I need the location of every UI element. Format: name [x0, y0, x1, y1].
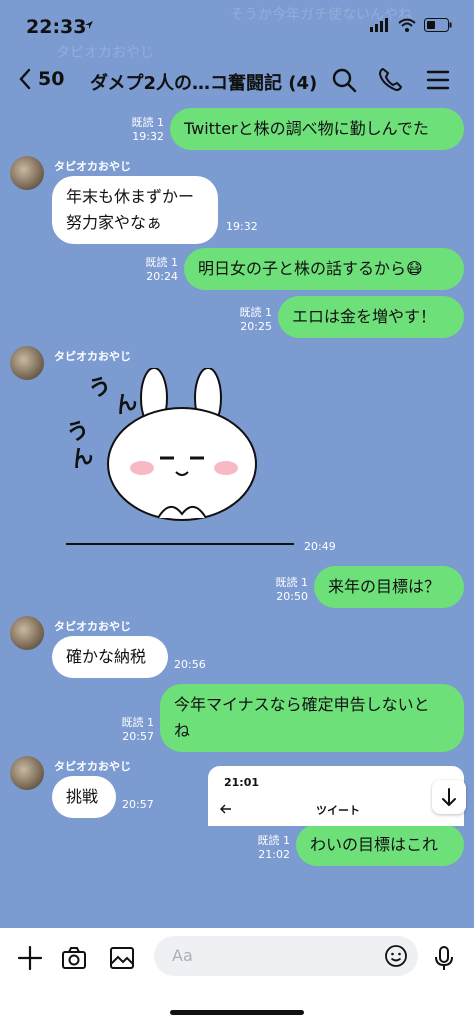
my-message-bubble[interactable]: 今年マイナスなら確定申告しないと ね — [160, 684, 464, 752]
svg-text:ん: ん — [112, 389, 141, 420]
avatar[interactable] — [10, 156, 44, 190]
chevron-left-icon — [19, 68, 31, 90]
message-meta: 既読 1 20:50 — [266, 576, 309, 604]
message-meta: 既読 1 20:57 — [114, 716, 155, 744]
my-message-bubble[interactable]: Twitterと株の調べ物に勤しんでた — [170, 108, 464, 150]
avatar[interactable] — [10, 616, 44, 650]
read-receipt: 既読 1 — [145, 256, 179, 269]
preview-time: 21:01 — [224, 776, 260, 789]
unread-count: 50 — [38, 68, 65, 90]
ghost-line-1: そうか今年ガチ使ないんやね — [230, 7, 412, 23]
message-time: 20:57 — [122, 798, 154, 811]
message-time: 19:32 — [226, 220, 258, 233]
avatar[interactable] — [10, 346, 44, 380]
read-receipt: 既読 1 — [239, 306, 273, 319]
phone-icon[interactable] — [376, 66, 404, 94]
image-icon[interactable] — [108, 944, 136, 972]
message-time: 20:50 — [276, 590, 308, 603]
plus-icon[interactable] — [16, 944, 44, 972]
message-composer: Aa — [0, 928, 474, 1024]
my-message-bubble[interactable]: 明日女の子と株の話するから😷 — [184, 248, 464, 290]
message-time: 20:57 — [122, 730, 154, 743]
read-receipt: 既読 1 — [257, 834, 291, 847]
sender-name: タピオカおやじ — [54, 760, 131, 773]
back-button[interactable]: 50 — [18, 68, 64, 90]
avatar[interactable] — [10, 756, 44, 790]
my-message-bubble[interactable]: エロは金を増やす！ — [278, 296, 464, 338]
home-indicator — [170, 1010, 304, 1015]
message-text: 確かな納税 — [66, 647, 147, 666]
other-message-bubble[interactable]: 年末も休まずかー 努力家やなぁ — [52, 176, 218, 244]
message-text: エロは金を増やす！ — [292, 307, 437, 326]
mic-icon[interactable] — [430, 944, 458, 972]
emoji-icon[interactable] — [384, 944, 408, 968]
sender-name: タピオカおやじ — [54, 620, 131, 633]
message-time: 20:25 — [240, 320, 272, 333]
message-text: 挑戦 — [66, 787, 99, 806]
chat-header: 50 ダメプ2人の…コ奮闘記 (4) — [0, 54, 474, 106]
sender-name: タピオカおやじ — [54, 160, 131, 173]
message-text: Twitterと株の調べ物に勤しんでた — [184, 119, 429, 138]
read-receipt: 既読 1 — [121, 716, 155, 729]
message-text-line: 努力家やなぁ — [66, 213, 163, 232]
message-time: 19:32 — [132, 130, 164, 143]
sender-name: タピオカおやじ — [54, 350, 131, 363]
chat-title[interactable]: ダメプ2人の…コ奮闘記 (4) — [90, 69, 322, 95]
message-meta: 既読 1 21:02 — [250, 834, 291, 862]
arrow-down-icon — [442, 788, 456, 807]
message-time: 21:02 — [258, 848, 290, 861]
camera-icon[interactable] — [60, 944, 88, 972]
message-input-placeholder: Aa — [172, 946, 193, 965]
search-icon[interactable] — [330, 66, 358, 94]
message-text-line: 今年マイナスなら確定申告しないと — [174, 695, 430, 714]
message-time: 20:24 — [146, 270, 178, 283]
message-time: 20:56 — [174, 658, 206, 671]
my-message-bubble[interactable]: わいの目標はこれ — [296, 824, 464, 866]
svg-text:う: う — [64, 417, 93, 448]
rabbit-sticker[interactable]: う ん う ん — [62, 368, 298, 552]
scroll-to-bottom-button[interactable] — [432, 780, 466, 814]
read-receipt: 既読 1 — [131, 116, 165, 129]
message-meta: 既読 1 19:32 — [118, 116, 165, 144]
svg-text:う: う — [86, 373, 115, 404]
other-message-bubble[interactable]: 確かな納税 — [52, 636, 168, 678]
other-message-bubble[interactable]: 挑戦 — [52, 776, 116, 818]
menu-icon[interactable] — [424, 66, 452, 94]
message-input[interactable]: Aa — [154, 936, 418, 976]
read-receipt: 既読 1 — [275, 576, 309, 589]
message-text: 来年の目標は？ — [328, 577, 441, 596]
image-message-preview[interactable]: 21:01 ツイート — [208, 766, 464, 826]
message-time: 20:49 — [304, 540, 336, 553]
message-text: わいの目標はこれ — [310, 835, 439, 854]
message-text: 明日女の子と株の話するから😷 — [198, 259, 423, 278]
message-meta: 既読 1 20:25 — [230, 306, 273, 334]
arrow-left-icon — [220, 804, 231, 814]
message-text-line: ね — [174, 721, 191, 740]
my-message-bubble[interactable]: 来年の目標は？ — [314, 566, 464, 608]
message-text-line: 年末も休まずかー — [66, 187, 195, 206]
preview-title: ツイート — [316, 804, 360, 817]
message-meta: 既読 1 20:24 — [138, 256, 179, 284]
